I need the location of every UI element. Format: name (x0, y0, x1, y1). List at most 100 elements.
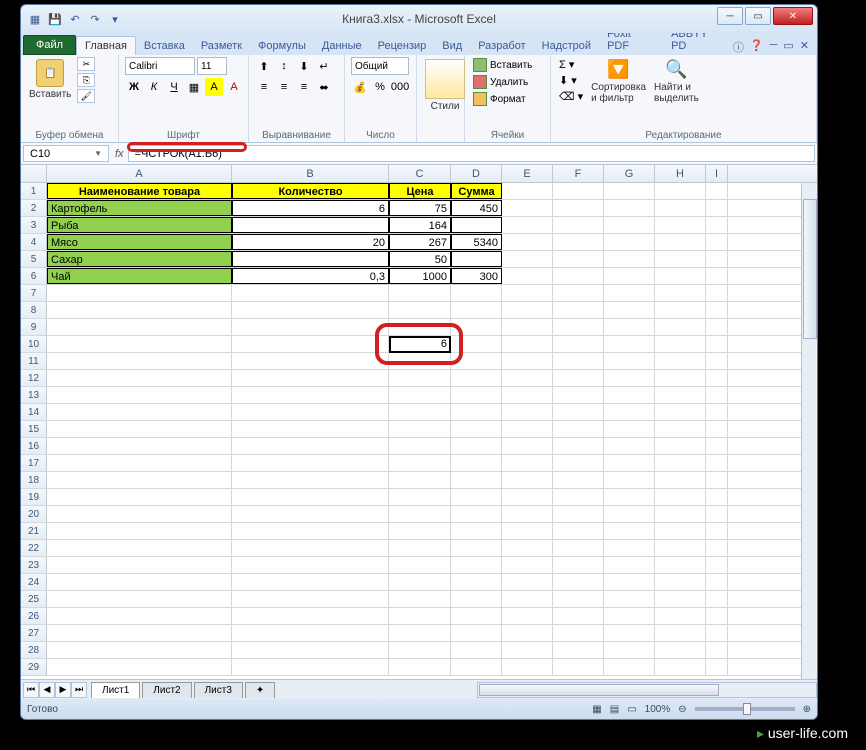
zoom-level[interactable]: 100% (645, 704, 671, 715)
cell[interactable] (502, 421, 553, 437)
row-header[interactable]: 8 (21, 302, 47, 318)
cell[interactable] (47, 472, 232, 488)
redo-icon[interactable]: ↷ (87, 11, 103, 27)
cell[interactable] (47, 319, 232, 335)
cell[interactable] (389, 302, 451, 318)
row-header[interactable]: 1 (21, 183, 47, 199)
tab-addins[interactable]: Надстрой (534, 37, 599, 55)
row-header[interactable]: 15 (21, 421, 47, 437)
percent-button[interactable]: % (371, 78, 389, 96)
save-icon[interactable]: 💾 (47, 11, 63, 27)
cell[interactable] (655, 353, 706, 369)
cell[interactable] (706, 302, 728, 318)
cell[interactable] (553, 268, 604, 284)
row-header[interactable]: 20 (21, 506, 47, 522)
cell[interactable] (451, 523, 502, 539)
cell[interactable] (502, 506, 553, 522)
cell[interactable]: Мясо (47, 234, 232, 250)
view-pagebreak-icon[interactable]: ▭ (627, 704, 636, 715)
currency-button[interactable]: 💰 (351, 78, 369, 96)
cell[interactable] (604, 591, 655, 607)
bold-button[interactable]: Ж (125, 78, 143, 96)
cell[interactable] (389, 540, 451, 556)
cell[interactable] (47, 642, 232, 658)
cell[interactable] (655, 268, 706, 284)
cell[interactable] (604, 302, 655, 318)
row-header[interactable]: 19 (21, 489, 47, 505)
cell[interactable]: Наименование товара (47, 183, 232, 199)
row-header[interactable]: 9 (21, 319, 47, 335)
formula-input[interactable]: =ЧСТРОК(A1:B6) (128, 145, 815, 162)
cell[interactable] (502, 540, 553, 556)
cell[interactable] (451, 455, 502, 471)
cell[interactable] (553, 353, 604, 369)
cell[interactable] (47, 574, 232, 590)
cell[interactable] (451, 472, 502, 488)
cell[interactable] (47, 455, 232, 471)
row-header[interactable]: 14 (21, 404, 47, 420)
cell[interactable]: Количество (232, 183, 389, 199)
cell[interactable] (706, 608, 728, 624)
cell[interactable] (502, 557, 553, 573)
row-header[interactable]: 24 (21, 574, 47, 590)
cell[interactable] (502, 591, 553, 607)
col-header-G[interactable]: G (604, 165, 655, 182)
new-sheet-button[interactable]: ✦ (245, 682, 275, 698)
cell[interactable] (502, 523, 553, 539)
cell[interactable] (232, 608, 389, 624)
cell[interactable] (502, 472, 553, 488)
cell[interactable] (604, 421, 655, 437)
doc-close-icon[interactable]: ✕ (800, 39, 809, 55)
cell[interactable] (604, 506, 655, 522)
undo-icon[interactable]: ↶ (67, 11, 83, 27)
cell[interactable] (604, 183, 655, 199)
clear-button[interactable]: ⌫ ▾ (557, 89, 585, 104)
cell[interactable] (553, 642, 604, 658)
cell[interactable] (553, 608, 604, 624)
cell[interactable] (502, 370, 553, 386)
cell[interactable] (655, 438, 706, 454)
font-name-combo[interactable]: Calibri (125, 57, 195, 75)
cell[interactable] (389, 455, 451, 471)
border-button[interactable]: ▦ (185, 78, 203, 96)
align-center-button[interactable]: ≡ (275, 78, 293, 96)
fill-button[interactable]: ⬇ ▾ (557, 73, 585, 88)
cell[interactable] (553, 574, 604, 590)
cell[interactable] (604, 234, 655, 250)
align-top-button[interactable]: ⬆ (255, 57, 273, 75)
qat-dropdown-icon[interactable]: ▾ (107, 11, 123, 27)
cell[interactable] (451, 421, 502, 437)
cell[interactable] (553, 200, 604, 216)
cell[interactable] (232, 574, 389, 590)
format-cells-button[interactable]: Формат (471, 91, 534, 107)
cell[interactable] (706, 438, 728, 454)
cell[interactable] (706, 455, 728, 471)
cell[interactable]: 50 (389, 251, 451, 267)
row-header[interactable]: 28 (21, 642, 47, 658)
cell[interactable] (655, 285, 706, 301)
cut-icon[interactable]: ✂ (77, 57, 95, 71)
cell[interactable] (553, 319, 604, 335)
tab-layout[interactable]: Разметк (193, 37, 250, 55)
fx-button[interactable]: fx (115, 148, 124, 160)
cell[interactable] (706, 642, 728, 658)
cell[interactable] (655, 404, 706, 420)
cell[interactable] (451, 217, 502, 233)
cell[interactable]: 6 (232, 200, 389, 216)
cell[interactable] (389, 523, 451, 539)
view-normal-icon[interactable]: ▦ (592, 704, 601, 715)
cell[interactable] (389, 285, 451, 301)
tab-home[interactable]: Главная (76, 36, 136, 55)
cell[interactable]: 450 (451, 200, 502, 216)
cell[interactable] (502, 302, 553, 318)
cell[interactable] (47, 302, 232, 318)
cell[interactable] (389, 438, 451, 454)
cell[interactable] (451, 438, 502, 454)
cell[interactable] (604, 370, 655, 386)
cell[interactable] (451, 336, 502, 352)
cell[interactable] (553, 251, 604, 267)
cell[interactable] (706, 285, 728, 301)
cell[interactable]: 0,3 (232, 268, 389, 284)
cell[interactable] (553, 183, 604, 199)
cell[interactable] (389, 574, 451, 590)
